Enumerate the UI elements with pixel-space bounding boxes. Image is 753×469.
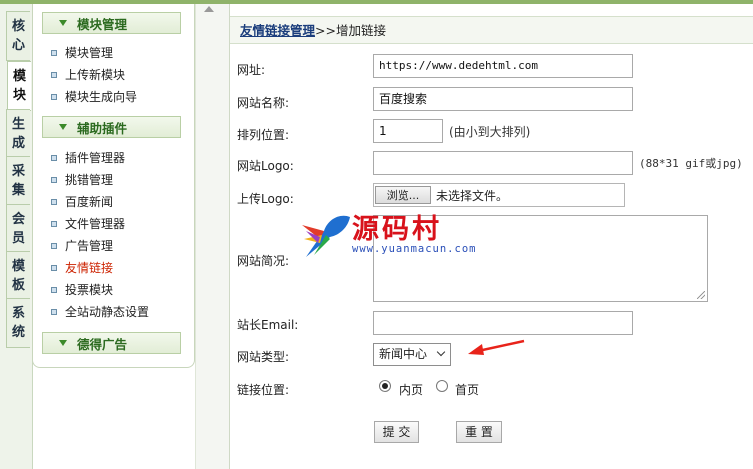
breadcrumb-link[interactable]: 友情链接管理 (240, 23, 315, 38)
bird-logo-icon (302, 215, 350, 257)
link-position-label: 链接位置: (237, 383, 290, 397)
site-name-input[interactable]: 百度搜索 (373, 87, 633, 111)
sidebar-item-module-wizard[interactable]: 模块生成向导 (51, 87, 137, 107)
sidebar-item-plugin-manager[interactable]: 插件管理器 (51, 148, 125, 168)
site-type-select[interactable]: 新闻中心 (373, 343, 451, 366)
sidebar-item-label: 上传新模块 (65, 68, 126, 82)
triangle-down-icon (59, 124, 67, 130)
sidebar-item-friend-links[interactable]: 友情链接 (51, 258, 113, 278)
chevron-down-icon (436, 347, 446, 357)
section-title: 德得广告 (77, 336, 128, 352)
resize-grip-icon[interactable] (697, 291, 705, 299)
breadcrumb: 友情链接管理>>增加链接 (230, 16, 753, 44)
tab-generate[interactable]: 生成 (6, 109, 30, 159)
radio-inner-page-label: 内页 (399, 383, 424, 397)
sidebar-item-label: 插件管理器 (65, 151, 126, 165)
breadcrumb-separator: >> (315, 23, 336, 38)
red-arrow-icon (468, 339, 525, 355)
sidebar-item-label: 模块管理 (65, 46, 114, 60)
order-hint: (由小到大排列) (449, 125, 531, 139)
sidebar-item-label: 广告管理 (65, 239, 114, 253)
logo-file-input[interactable]: 浏览... 未选择文件。 (373, 183, 625, 207)
sidebar-item-label: 友情链接 (65, 261, 114, 275)
sidebar-item-label: 投票模块 (65, 283, 114, 297)
triangle-down-icon (59, 20, 67, 26)
bullet-icon (51, 220, 57, 227)
bullet-icon (51, 264, 57, 271)
sidebar-item-baidu-news[interactable]: 百度新闻 (51, 192, 113, 212)
sidebar-item-label: 挑错管理 (65, 173, 114, 187)
tab-system[interactable]: 系统 (6, 298, 30, 348)
bullet-icon (51, 286, 57, 293)
order-label: 排列位置: (237, 128, 290, 142)
browse-button[interactable]: 浏览... (375, 186, 431, 204)
frame-splitter[interactable] (195, 4, 230, 469)
email-input[interactable] (373, 311, 633, 335)
sidebar-item-label: 模块生成向导 (65, 90, 138, 104)
sidebar-item-file-manager[interactable]: 文件管理器 (51, 214, 125, 234)
sidebar-item-vote-module[interactable]: 投票模块 (51, 280, 113, 300)
sidebar-item-upload-module[interactable]: 上传新模块 (51, 65, 125, 85)
bullet-icon (51, 154, 57, 161)
sidebar-item-static-settings[interactable]: 全站动静态设置 (51, 302, 149, 322)
sidebar-item-error-report[interactable]: 挑错管理 (51, 170, 113, 190)
logo-input[interactable] (373, 151, 633, 175)
bullet-icon (51, 242, 57, 249)
sidebar-item-label: 全站动静态设置 (65, 305, 150, 319)
section-title: 辅助插件 (77, 120, 128, 136)
site-type-value: 新闻中心 (379, 347, 428, 361)
file-status: 未选择文件。 (436, 189, 509, 203)
url-input[interactable]: https://www.dedehtml.com (373, 54, 633, 78)
sidebar-section-dede-ads[interactable]: 德得广告 (42, 332, 181, 354)
logo-hint: (88*31 gif或jpg) (639, 157, 743, 170)
bullet-icon (51, 49, 57, 56)
submit-button[interactable]: 提 交 (374, 421, 419, 443)
sidebar-item-module-manage[interactable]: 模块管理 (51, 43, 113, 63)
tab-template[interactable]: 模板 (6, 251, 30, 301)
section-title: 模块管理 (77, 16, 128, 32)
sidebar-section-module-manage[interactable]: 模块管理 (42, 12, 181, 34)
tab-module[interactable]: 模块 (7, 61, 31, 111)
watermark: 源码村 www.yuanmacun.com (300, 207, 475, 263)
sidebar-item-label: 文件管理器 (65, 217, 126, 231)
sidebar-item-ad-manager[interactable]: 广告管理 (51, 236, 113, 256)
tab-collect[interactable]: 采集 (6, 156, 30, 206)
url-label: 网址: (237, 63, 266, 77)
bullet-icon (51, 198, 57, 205)
watermark-title: 源码村 (352, 214, 442, 245)
logo-label: 网站Logo: (237, 159, 294, 173)
radio-home-page[interactable] (436, 380, 448, 392)
triangle-down-icon (59, 340, 67, 346)
site-type-label: 网站类型: (237, 350, 290, 364)
radio-inner-page[interactable] (379, 380, 391, 392)
tab-member[interactable]: 会员 (6, 204, 30, 254)
email-label: 站长Email: (237, 318, 299, 332)
breadcrumb-current: 增加链接 (335, 23, 386, 38)
bullet-icon (51, 308, 57, 315)
radio-home-page-label: 首页 (455, 383, 480, 397)
site-name-label: 网站名称: (237, 96, 290, 110)
sidebar-section-plugins[interactable]: 辅助插件 (42, 116, 181, 138)
bullet-icon (51, 176, 57, 183)
watermark-url: www.yuanmacun.com (352, 243, 477, 255)
order-input[interactable]: 1 (373, 119, 443, 143)
bullet-icon (51, 93, 57, 100)
upload-logo-label: 上传Logo: (237, 192, 294, 206)
reset-button[interactable]: 重 置 (456, 421, 502, 443)
tab-core[interactable]: 核心 (6, 11, 30, 61)
sidebar-item-label: 百度新闻 (65, 195, 114, 209)
main-nav-tabs: 核心 模块 生成 采集 会员 模板 系统 (0, 4, 33, 469)
description-label: 网站简况: (237, 254, 290, 268)
sidebar: 模块管理 模块管理 上传新模块 模块生成向导 辅助插件 插件管理器 挑错管理 百… (32, 4, 195, 368)
bullet-icon (51, 71, 57, 78)
collapse-arrow-icon[interactable] (204, 6, 214, 12)
